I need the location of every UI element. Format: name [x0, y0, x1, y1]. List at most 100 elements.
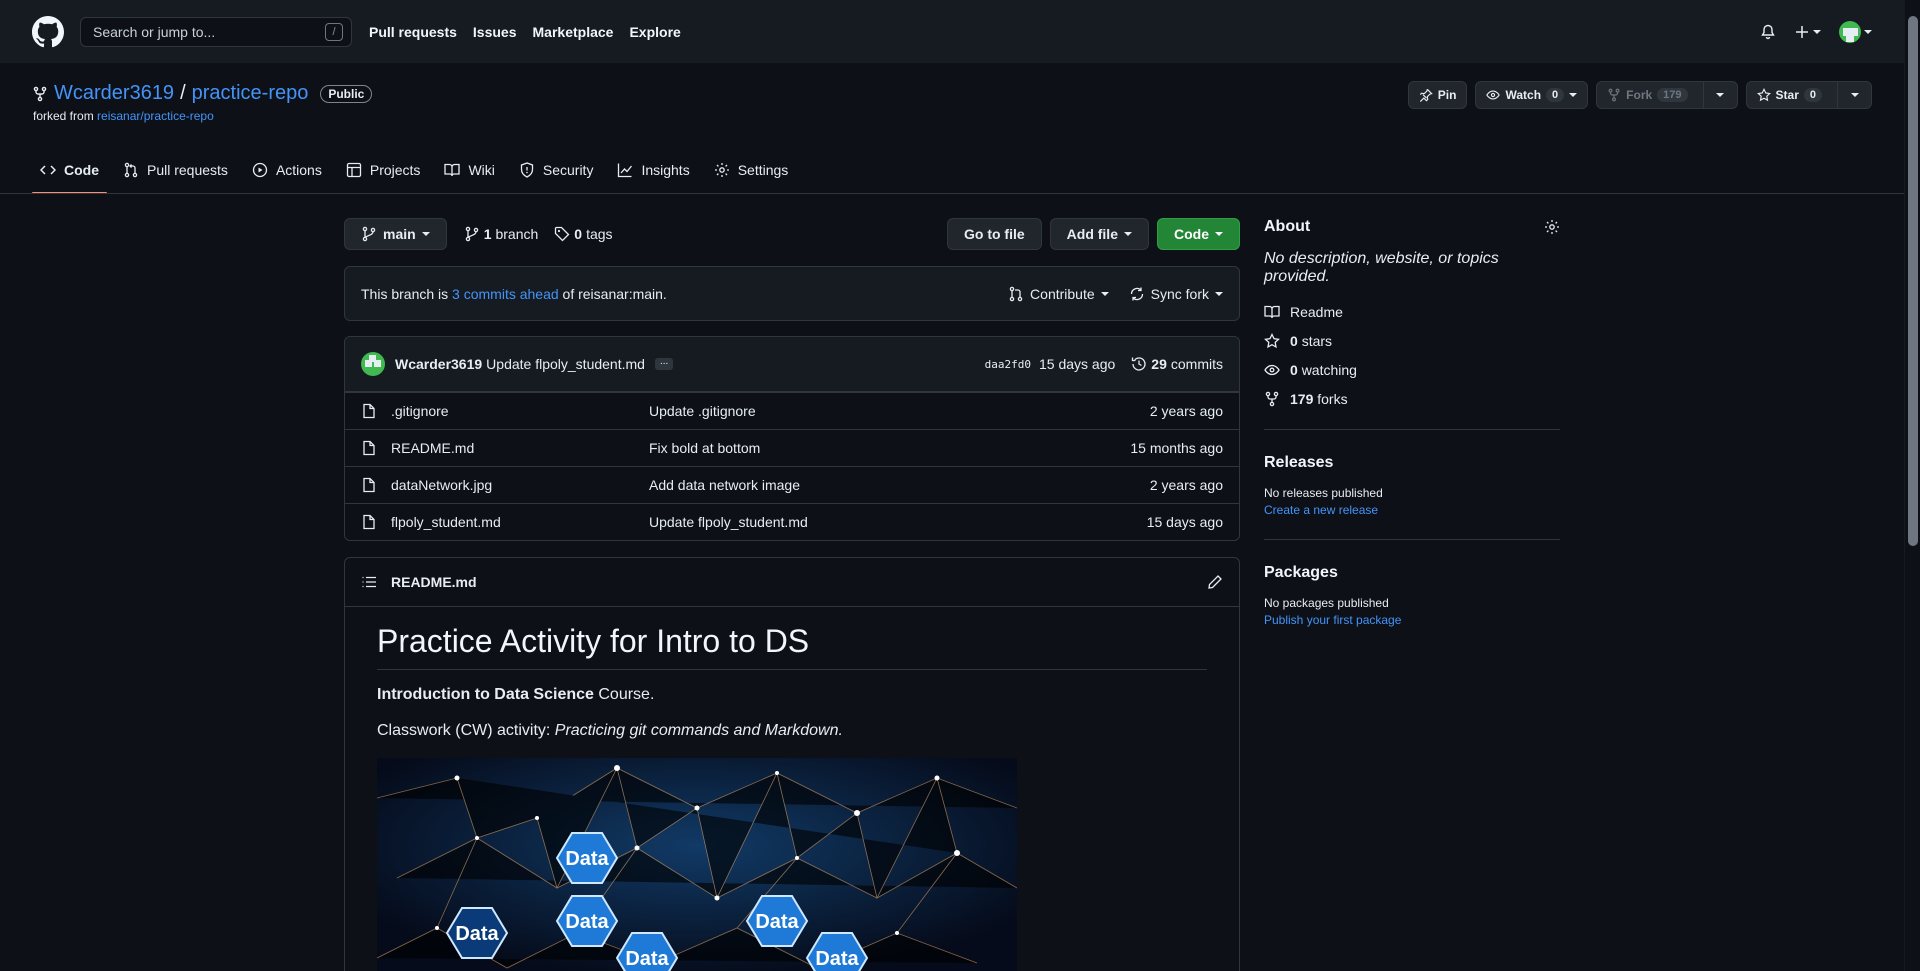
book-icon	[444, 163, 461, 177]
pin-icon	[1419, 88, 1433, 102]
file-commit-message[interactable]: Update flpoly_student.md	[649, 514, 808, 530]
gear-icon[interactable]	[1544, 219, 1560, 235]
file-name[interactable]: dataNetwork.jpg	[391, 477, 649, 493]
star-button[interactable]: Star 0	[1745, 81, 1872, 109]
table-icon	[346, 162, 362, 178]
avatar[interactable]	[361, 352, 385, 376]
commits-ahead-link[interactable]: 3 commits ahead	[452, 286, 559, 302]
tab-code[interactable]: Code	[32, 150, 107, 194]
file-age: 2 years ago	[1149, 477, 1223, 493]
sidebar-divider	[1264, 539, 1560, 540]
file-commit-message[interactable]: Update .gitignore	[649, 403, 756, 419]
commit-history-link[interactable]: 29 commits	[1131, 356, 1223, 372]
commit-message[interactable]: Update flpoly_student.md	[486, 356, 645, 372]
pin-button[interactable]: Pin	[1407, 81, 1468, 109]
nav-pull-requests[interactable]: Pull requests	[369, 24, 457, 40]
branches-label: branch	[495, 226, 539, 242]
nav-issues[interactable]: Issues	[473, 24, 517, 40]
github-logo-icon[interactable]	[32, 15, 64, 48]
publish-package-link[interactable]: Publish your first package	[1264, 613, 1560, 627]
file-name[interactable]: flpoly_student.md	[391, 514, 649, 530]
create-new-plus-icon[interactable]	[1794, 24, 1821, 40]
table-row[interactable]: .gitignore Update .gitignore 2 years ago	[345, 392, 1239, 429]
packages-heading[interactable]: Packages	[1264, 564, 1560, 582]
fork-dropdown[interactable]	[1702, 82, 1737, 108]
tab-security[interactable]: Security	[511, 150, 602, 190]
file-name[interactable]: .gitignore	[391, 403, 649, 419]
branches-link[interactable]: 1 branch	[464, 226, 539, 242]
commit-author[interactable]: Wcarder3619	[395, 356, 482, 372]
repo-owner-link[interactable]: Wcarder3619	[54, 82, 174, 105]
readme-content: Practice Activity for Intro to DS Introd…	[345, 607, 1239, 971]
branch-icon	[362, 226, 376, 242]
code-button[interactable]: Code	[1157, 218, 1240, 250]
forks-label: forks	[1317, 391, 1348, 407]
table-row[interactable]: flpoly_student.md Update flpoly_student.…	[345, 503, 1239, 540]
caret-down-icon	[1124, 232, 1132, 236]
sync-fork-button[interactable]: Sync fork	[1129, 286, 1223, 302]
history-icon	[1132, 357, 1146, 371]
releases-section: No releases published Create a new relea…	[1264, 486, 1560, 517]
file-icon	[363, 440, 375, 456]
fork-button[interactable]: Fork 179	[1596, 81, 1738, 109]
file-commit-message[interactable]: Add data network image	[649, 477, 800, 493]
star-dropdown[interactable]	[1837, 82, 1871, 108]
tab-projects[interactable]: Projects	[338, 150, 429, 190]
star-icon	[1264, 333, 1280, 349]
eye-icon	[1264, 364, 1280, 376]
add-file-button[interactable]: Add file	[1049, 218, 1149, 250]
tags-link[interactable]: 0 tags	[554, 226, 613, 242]
tab-actions-label: Actions	[275, 162, 322, 178]
caret-down-icon	[1813, 29, 1821, 34]
repo-name-link[interactable]: practice-repo	[192, 82, 309, 105]
readme-link[interactable]: Readme	[1264, 304, 1560, 320]
file-commit-message[interactable]: Fix bold at bottom	[649, 440, 760, 456]
scrollbar-thumb[interactable]	[1908, 16, 1918, 546]
contribute-button[interactable]: Contribute	[1008, 286, 1109, 302]
tab-settings[interactable]: Settings	[706, 150, 797, 190]
branch-name: main	[383, 226, 416, 242]
readme-p2-prefix: Classwork (CW) activity:	[377, 722, 555, 739]
tab-wiki[interactable]: Wiki	[436, 150, 502, 190]
releases-heading[interactable]: Releases	[1264, 454, 1560, 472]
tab-settings-label: Settings	[737, 162, 789, 178]
tab-insights[interactable]: Insights	[609, 150, 697, 190]
outline-list-icon[interactable]	[361, 574, 377, 590]
readme-header: README.md	[345, 558, 1239, 607]
go-to-file-button[interactable]: Go to file	[946, 218, 1042, 250]
commit-expand-button[interactable]: ...	[654, 357, 674, 370]
readme-filename[interactable]: README.md	[391, 574, 477, 590]
tab-code-label: Code	[64, 162, 99, 178]
table-row[interactable]: README.md Fix bold at bottom 15 months a…	[345, 429, 1239, 466]
about-description: No description, website, or topics provi…	[1264, 250, 1499, 285]
pencil-edit-icon[interactable]	[1207, 574, 1223, 590]
search-shortcut-hint: /	[325, 22, 343, 41]
stars-link[interactable]: 0 stars	[1264, 333, 1560, 349]
caret-down-icon	[1100, 291, 1109, 296]
search-input[interactable]: Search or jump to... /	[80, 16, 352, 47]
notifications-bell-icon[interactable]	[1760, 24, 1776, 40]
nav-explore[interactable]: Explore	[629, 24, 680, 40]
branch-select-button[interactable]: main	[344, 218, 447, 250]
readme-p1-rest: Course.	[593, 686, 655, 703]
user-menu[interactable]	[1839, 20, 1872, 43]
forks-link[interactable]: 179 forks	[1264, 391, 1560, 407]
tab-pull-requests[interactable]: Pull requests	[115, 150, 236, 190]
image-hex-label: Data	[565, 911, 609, 933]
watching-link[interactable]: 0 watching	[1264, 362, 1560, 378]
commit-count: 29	[1151, 356, 1167, 372]
readme-p2-italic: Practicing git commands and Markdown.	[554, 722, 843, 739]
nav-marketplace[interactable]: Marketplace	[533, 24, 614, 40]
readme-paragraph-2: Classwork (CW) activity: Practicing git …	[377, 722, 1207, 740]
file-actions: Go to file Add file Code	[946, 218, 1240, 250]
tab-actions[interactable]: Actions	[244, 150, 330, 190]
commit-sha[interactable]: daa2fd0	[985, 358, 1031, 371]
latest-commit-bar: Wcarder3619 Update flpoly_student.md ...…	[345, 337, 1239, 392]
table-row[interactable]: dataNetwork.jpg Add data network image 2…	[345, 466, 1239, 503]
image-hex-label: Data	[815, 948, 859, 970]
forked-from-link[interactable]: reisanar/practice-repo	[97, 109, 214, 123]
watch-button[interactable]: Watch 0	[1475, 81, 1589, 109]
create-release-link[interactable]: Create a new release	[1264, 503, 1560, 517]
page-scrollbar[interactable]	[1904, 0, 1920, 971]
file-name[interactable]: README.md	[391, 440, 649, 456]
